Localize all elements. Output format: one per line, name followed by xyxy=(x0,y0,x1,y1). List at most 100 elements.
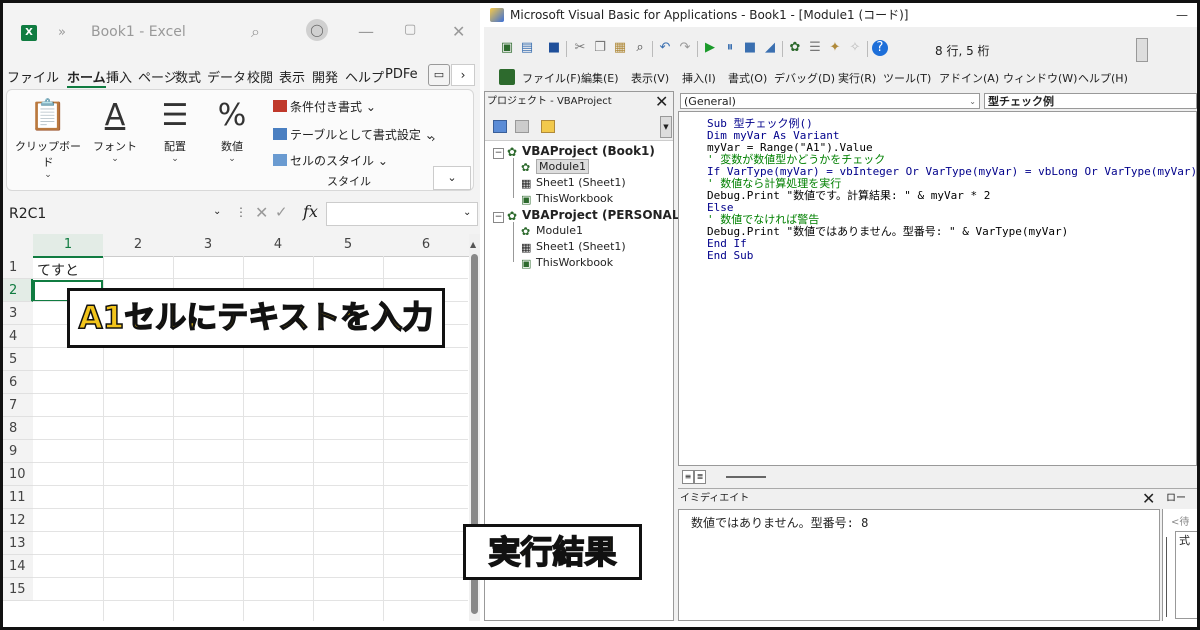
comment-icon[interactable]: ▭ xyxy=(428,64,450,86)
scroll-icon[interactable]: ▼ xyxy=(660,116,672,138)
tab-developer[interactable]: 開発 xyxy=(312,67,338,86)
maximize-button[interactable]: ▢ xyxy=(404,22,416,37)
tree-module1[interactable]: ✿ Module1 xyxy=(521,159,589,174)
project-explorer-icon[interactable]: ✿ xyxy=(787,40,803,56)
procedure-combo[interactable]: 型チェック例 xyxy=(984,93,1197,109)
row-header[interactable]: 8 xyxy=(3,417,33,440)
select-all-corner[interactable] xyxy=(3,234,34,257)
more-icon[interactable]: › xyxy=(431,132,435,145)
search-icon[interactable]: ⌕ xyxy=(251,22,260,42)
tab-help[interactable]: ヘルプ xyxy=(345,67,384,86)
view-code-icon[interactable] xyxy=(493,120,507,133)
tree-project-book1[interactable]: ✿ VBAProject (Book1) xyxy=(507,144,655,159)
find-icon[interactable]: ⌕ xyxy=(632,40,648,56)
horizontal-scrollbar[interactable] xyxy=(726,476,766,478)
menu-insert[interactable]: 挿入(I) xyxy=(682,70,716,86)
tab-formulas[interactable]: 数式 xyxy=(175,67,201,86)
cell-r1c1[interactable]: てすと xyxy=(37,260,79,280)
insert-function-icon[interactable]: fx xyxy=(303,202,318,221)
row-header[interactable]: 7 xyxy=(3,394,33,417)
full-module-view-icon[interactable]: ≣ xyxy=(694,470,706,484)
close-icon[interactable]: ✕ xyxy=(655,92,668,112)
excel-logo-icon[interactable]: X xyxy=(21,25,37,41)
minimize-button[interactable]: — xyxy=(358,22,374,41)
undo-icon[interactable]: ↶ xyxy=(657,40,673,56)
row-header[interactable]: 13 xyxy=(3,532,33,555)
row-header[interactable]: 14 xyxy=(3,555,33,578)
toolbar-scroll-icon[interactable] xyxy=(1136,38,1148,62)
minimize-button[interactable]: — xyxy=(1176,3,1188,27)
alignment-group[interactable]: ☰ 配置 ⌄ xyxy=(153,98,197,164)
object-combo[interactable]: (General) ⌄ xyxy=(680,93,980,109)
row-header[interactable]: 9 xyxy=(3,440,33,463)
formula-input[interactable] xyxy=(326,202,478,226)
cell-styles-button[interactable]: セルのスタイル ⌄ xyxy=(273,152,388,169)
column-header[interactable]: 2 xyxy=(103,234,174,257)
paste-icon[interactable]: ▦ xyxy=(612,40,628,56)
confirm-icon[interactable]: ✓ xyxy=(275,203,288,221)
tab-home[interactable]: ホーム xyxy=(67,67,106,88)
tab-insert[interactable]: 挿入 xyxy=(106,67,132,86)
column-header[interactable]: 3 xyxy=(173,234,244,257)
format-as-table-button[interactable]: テーブルとして書式設定 ⌄ xyxy=(273,126,435,143)
menu-window[interactable]: ウィンドウ(W) xyxy=(1003,70,1077,86)
menu-edit[interactable]: 編集(E) xyxy=(581,70,619,86)
name-box[interactable]: R2C1 xyxy=(7,202,229,226)
tree-project-personal[interactable]: ✿ VBAProject (PERSONAL. xyxy=(507,208,684,223)
code-line[interactable]: Debug.Print "数値です。計算結果: " & myVar * 2 xyxy=(707,190,990,202)
clipboard-group[interactable]: 📋 クリップボード ⌄ xyxy=(15,98,81,180)
run-icon[interactable]: ▶ xyxy=(702,40,718,56)
properties-icon[interactable]: ☰ xyxy=(807,40,823,56)
save-icon[interactable]: ■ xyxy=(546,40,562,56)
tab-page[interactable]: ページ xyxy=(138,67,177,86)
cancel-icon[interactable]: ✕ xyxy=(255,203,268,222)
view-excel-icon[interactable]: ▣ xyxy=(499,40,515,56)
stop-icon[interactable]: ■ xyxy=(742,40,758,56)
help-icon[interactable]: ? xyxy=(872,40,888,56)
code-line[interactable]: Debug.Print "数値ではありません。型番号: " & VarType(… xyxy=(707,226,1068,238)
tab-pdfe[interactable]: PDFe xyxy=(385,67,418,82)
row-header[interactable]: 4 xyxy=(3,325,33,348)
close-button[interactable]: ✕ xyxy=(452,22,465,41)
column-header[interactable]: 4 xyxy=(243,234,314,257)
conditional-format-button[interactable]: 条件付き書式 ⌄ xyxy=(273,98,376,115)
row-header[interactable]: 6 xyxy=(3,371,33,394)
object-browser-icon[interactable]: ✦ xyxy=(827,40,843,56)
vba-menu-icon[interactable] xyxy=(499,69,515,85)
column-header[interactable]: 5 xyxy=(313,234,384,257)
tab-file[interactable]: ファイル xyxy=(7,67,59,86)
tab-view[interactable]: 表示 xyxy=(279,67,305,86)
design-mode-icon[interactable]: ◢ xyxy=(762,40,778,56)
number-group[interactable]: % 数値 ⌄ xyxy=(210,98,254,164)
font-group[interactable]: A フォント ⌄ xyxy=(93,98,137,164)
menu-file[interactable]: ファイル(F) xyxy=(522,70,581,86)
column-header[interactable]: 6 xyxy=(383,234,470,257)
tab-review[interactable]: 校閲 xyxy=(247,67,273,86)
locals-window[interactable]: <待 式 xyxy=(1162,509,1197,621)
tab-scroll-right-icon[interactable]: › xyxy=(451,64,475,86)
code-editor[interactable]: Sub 型チェック例() Dim myVar As Variant myVar = … xyxy=(678,111,1197,466)
user-avatar-icon[interactable]: ◯ xyxy=(306,19,328,41)
chevron-icon[interactable]: » xyxy=(58,25,66,40)
more-icon[interactable]: ⋮ xyxy=(235,205,247,219)
collapse-icon[interactable]: − xyxy=(493,212,504,223)
row-header[interactable]: 3 xyxy=(3,302,33,325)
tree-thisworkbook[interactable]: ▣ ThisWorkbook xyxy=(521,192,613,206)
code-line[interactable]: End Sub xyxy=(707,250,753,262)
insert-module-icon[interactable]: ▤ xyxy=(519,40,535,56)
locals-scrollbar[interactable] xyxy=(1166,537,1167,617)
scroll-up-icon[interactable]: ▲ xyxy=(470,240,476,249)
row-header[interactable]: 5 xyxy=(3,348,33,371)
row-header[interactable]: 2 xyxy=(3,279,33,302)
immediate-window[interactable]: 数値ではありません。型番号: 8 xyxy=(678,509,1160,621)
menu-debug[interactable]: デバッグ(D) xyxy=(774,70,835,86)
menu-addins[interactable]: アドイン(A) xyxy=(939,70,999,86)
row-header[interactable]: 11 xyxy=(3,486,33,509)
row-header[interactable]: 1 xyxy=(3,256,33,279)
copy-icon[interactable]: ❐ xyxy=(592,40,608,56)
menu-view[interactable]: 表示(V) xyxy=(631,70,669,86)
tree-personal-module1[interactable]: ✿ Module1 xyxy=(521,224,583,238)
menu-format[interactable]: 書式(O) xyxy=(728,70,767,86)
procedure-view-icon[interactable]: ≡ xyxy=(682,470,694,484)
toolbox-icon[interactable]: ✧ xyxy=(847,40,863,56)
